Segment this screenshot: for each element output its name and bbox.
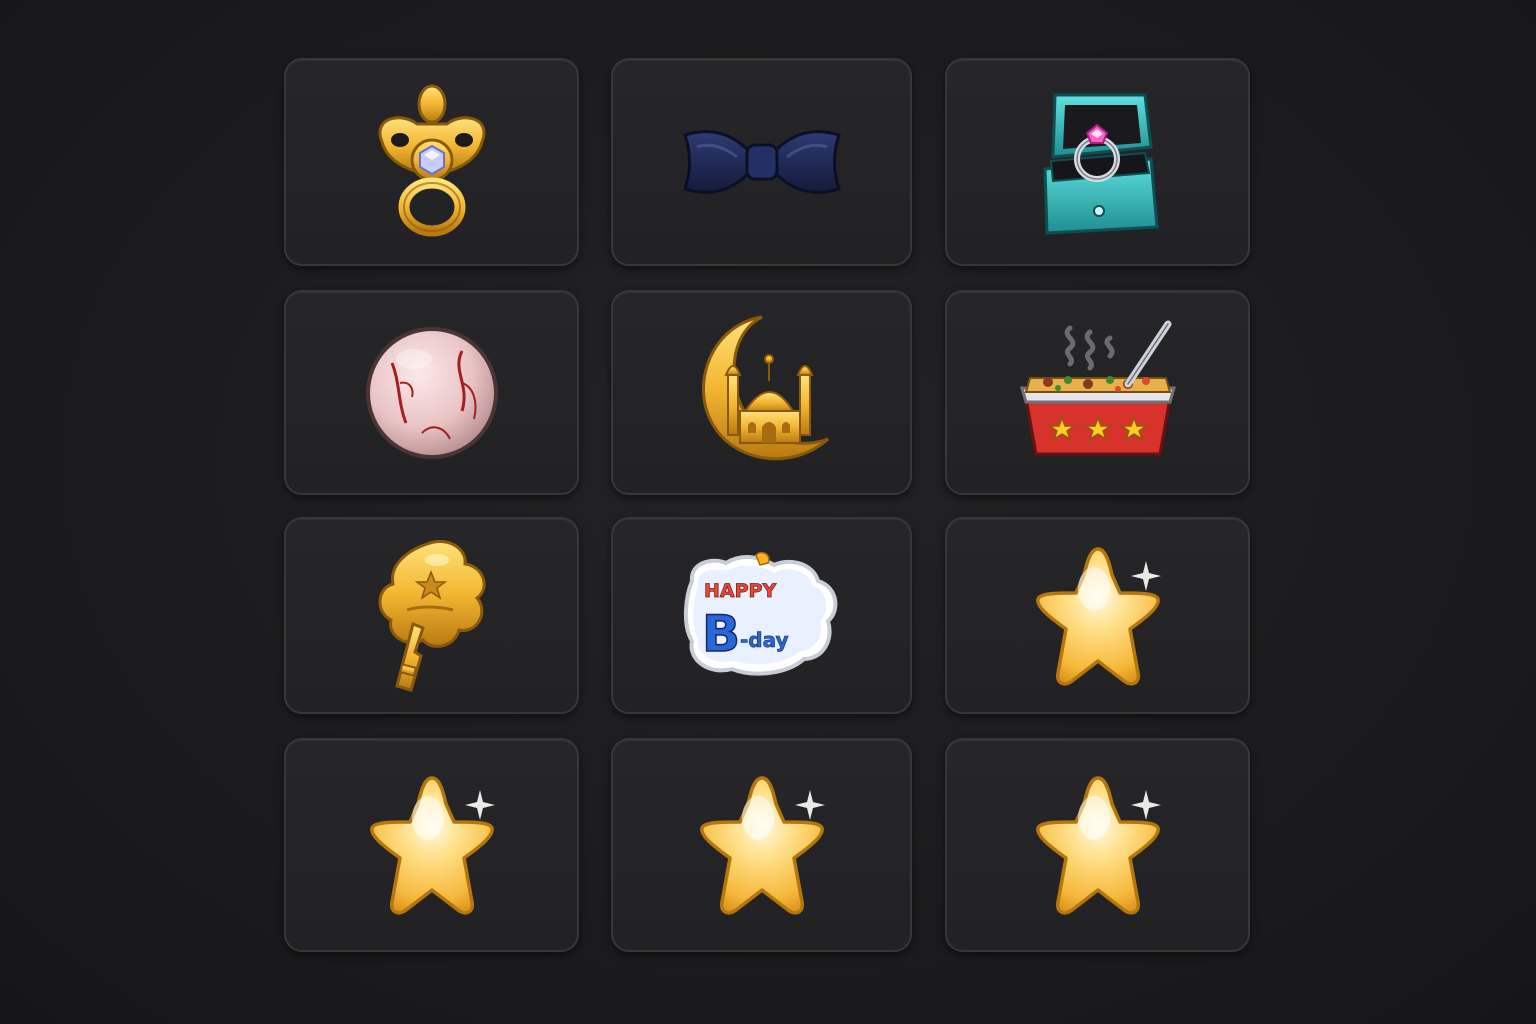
gold-pacifier-icon (378, 84, 485, 237)
item-tile-veined-orb[interactable] (284, 290, 579, 495)
item-tile-bow-tie[interactable] (611, 58, 912, 266)
sticker-happy-text: HAPPY (704, 580, 776, 602)
item-tile-star-1[interactable] (945, 517, 1250, 714)
item-tile-pacifier[interactable] (284, 58, 579, 266)
item-tile-star-3[interactable] (611, 738, 912, 952)
sparkle-star-icon (1035, 546, 1161, 685)
item-tile-star-2[interactable] (284, 738, 579, 952)
sparkle-star-icon (1035, 776, 1161, 915)
engagement-ring-box-icon (1042, 93, 1159, 235)
sparkle-star-icon (699, 776, 825, 915)
veined-pink-orb-icon (365, 326, 498, 459)
item-tile-birthday-sticker[interactable]: HAPPY B -day (611, 517, 912, 714)
item-tile-ring-box[interactable] (945, 58, 1250, 266)
item-tile-star-4[interactable] (945, 738, 1250, 952)
sparkle-star-icon (369, 776, 495, 915)
item-grid: HAPPY B -day (0, 0, 1536, 1024)
crescent-moon-mosque-icon (701, 315, 829, 460)
sticker-day-text: -day (740, 628, 789, 652)
navy-bow-tie-icon (682, 130, 841, 194)
steaming-casserole-icon (1019, 320, 1176, 455)
item-tile-crescent-mosque[interactable] (611, 290, 912, 495)
sticker-b-text: B (702, 605, 740, 663)
golden-flower-key-icon (378, 539, 486, 692)
happy-birthday-sticker-icon: HAPPY B -day (683, 551, 837, 676)
item-tile-golden-key[interactable] (284, 517, 579, 714)
item-tile-casserole[interactable] (945, 290, 1250, 495)
